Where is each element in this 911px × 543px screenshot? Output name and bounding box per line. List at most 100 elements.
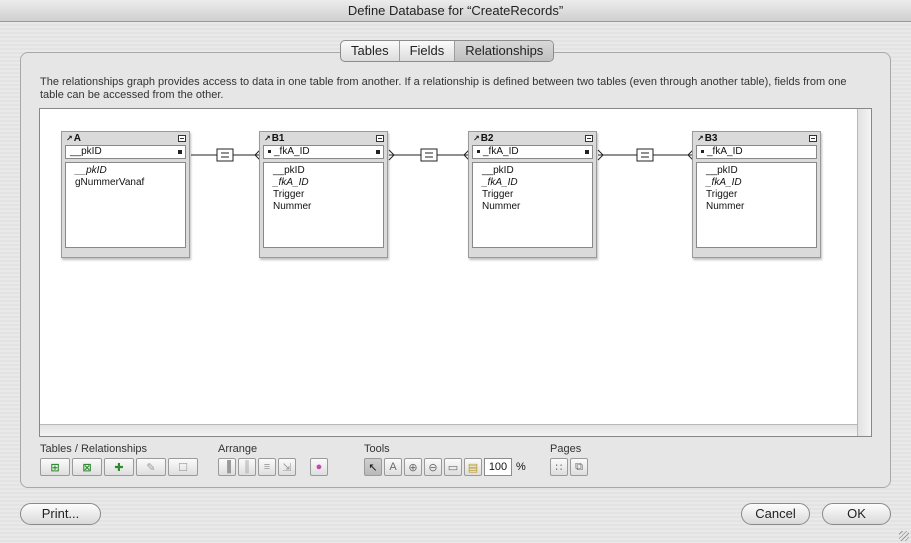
match-field[interactable]: _fkA_ID <box>472 145 593 159</box>
resize-grip-icon[interactable] <box>899 531 909 541</box>
table-header: ↗B1 <box>260 132 387 145</box>
zoom-out-icon: ⊖ <box>428 461 438 474</box>
table-name: B1 <box>271 133 285 144</box>
text-tool-button[interactable]: A <box>384 458 402 476</box>
join-icon <box>216 148 234 162</box>
resize-button[interactable]: ⇲ <box>278 458 296 476</box>
pencil-icon: ✎ <box>146 461 156 474</box>
color-wheel-icon: ● <box>315 461 323 473</box>
field-item: __pkID <box>482 165 514 176</box>
expand-arrow-icon[interactable]: ↗ <box>697 134 704 143</box>
tab-tables[interactable]: Tables <box>341 41 400 61</box>
pointer-tool-button[interactable]: ↖ <box>364 458 382 476</box>
table-occurrence-b2[interactable]: ↗B2 _fkA_ID __pkID _fkA_ID Trigger Numme… <box>468 131 597 258</box>
vertical-scrollbar[interactable] <box>857 109 871 436</box>
relationships-graph[interactable]: ↗A __pkID __pkID gNummerVanaf ↗B1 _fkA_I… <box>39 108 872 437</box>
field-list: __pkID _fkA_ID Trigger Nummer <box>472 162 593 248</box>
zoom-out-button[interactable]: ⊖ <box>424 458 442 476</box>
zoom-unit: % <box>516 461 526 473</box>
connector-dot-icon <box>268 149 271 153</box>
expand-arrow-icon[interactable]: ↗ <box>473 134 480 143</box>
fit-window-icon: ▭ <box>447 461 459 474</box>
field-item: _fkA_ID <box>706 177 742 188</box>
add-relationship-button[interactable]: ⊠ <box>72 458 102 476</box>
note-icon: ▤ <box>467 461 479 474</box>
connector-dot-icon <box>477 149 480 153</box>
field-item: __pkID <box>273 165 305 176</box>
tools-toolbar: ↖ A ⊕ ⊖ ▭ ▤ 100 % <box>364 458 526 476</box>
duplicate-button[interactable]: ✚ <box>104 458 134 476</box>
expand-arrow-icon[interactable]: ↗ <box>66 134 73 143</box>
table-menu-icon[interactable] <box>376 135 384 142</box>
show-page-breaks-button[interactable]: ∷ <box>550 458 568 476</box>
add-relationship-icon: ⊠ <box>82 461 92 474</box>
table-name: A <box>73 133 81 144</box>
distribute-icon: ≡ <box>263 461 271 473</box>
duplicate-icon: ✚ <box>114 461 124 474</box>
horizontal-scrollbar[interactable] <box>40 424 857 436</box>
print-button[interactable]: Print... <box>20 503 101 525</box>
table-menu-icon[interactable] <box>178 135 186 142</box>
field-item: Trigger <box>482 189 514 200</box>
field-item: gNummerVanaf <box>75 177 145 188</box>
tab-relationships[interactable]: Relationships <box>455 41 554 61</box>
match-field[interactable]: _fkA_ID <box>263 145 384 159</box>
color-button[interactable]: ● <box>310 458 328 476</box>
field-item: __pkID <box>75 165 107 176</box>
table-occurrence-b1[interactable]: ↗B1 _fkA_ID __pkID _fkA_ID Trigger Numme… <box>259 131 388 258</box>
field-item: _fkA_ID <box>482 177 518 188</box>
window-title: Define Database for “CreateRecords” <box>0 0 911 22</box>
arrange-label: Arrange <box>218 443 258 455</box>
field-item: Trigger <box>706 189 738 200</box>
expand-arrow-icon[interactable]: ↗ <box>264 134 271 143</box>
edit-button[interactable]: ✎ <box>136 458 166 476</box>
delete-button[interactable]: ☐ <box>168 458 198 476</box>
pointer-icon: ↖ <box>368 461 378 474</box>
table-menu-icon[interactable] <box>809 135 817 142</box>
add-table-icon: ⊞ <box>50 461 60 474</box>
field-list: __pkID gNummerVanaf <box>65 162 186 248</box>
align-center-button[interactable]: ║ <box>238 458 256 476</box>
note-tool-button[interactable]: ▤ <box>464 458 482 476</box>
pages-toolbar: ∷ ⧉ <box>550 458 588 476</box>
distribute-button[interactable]: ≡ <box>258 458 276 476</box>
arrange-toolbar: ▐ ║ ≡ ⇲ ● <box>218 458 328 476</box>
align-left-icon: ▐ <box>223 461 231 473</box>
zoom-percent-field[interactable]: 100 <box>484 458 512 476</box>
table-name: B2 <box>480 133 494 144</box>
field-item: Nummer <box>273 201 312 212</box>
tools-label: Tools <box>364 443 390 455</box>
fit-window-button[interactable]: ▭ <box>444 458 462 476</box>
page-breaks-icon: ∷ <box>555 461 563 474</box>
add-table-button[interactable]: ⊞ <box>40 458 70 476</box>
connector-dot-icon <box>701 149 704 153</box>
tables-relationships-label: Tables / Relationships <box>40 443 148 455</box>
page-setup-icon: ⧉ <box>575 460 583 473</box>
field-item: Nummer <box>706 201 745 212</box>
page-setup-button[interactable]: ⧉ <box>570 458 588 476</box>
field-item: Trigger <box>273 189 305 200</box>
field-list: __pkID _fkA_ID Trigger Nummer <box>696 162 817 248</box>
table-occurrence-b3[interactable]: ↗B3 _fkA_ID __pkID _fkA_ID Trigger Numme… <box>692 131 821 258</box>
connector-dot-icon <box>178 150 182 154</box>
zoom-in-icon: ⊕ <box>408 461 418 474</box>
connector-dot-icon <box>376 150 380 154</box>
relationships-description: The relationships graph provides access … <box>40 76 847 101</box>
cancel-button[interactable]: Cancel <box>741 503 810 525</box>
table-occurrence-a[interactable]: ↗A __pkID __pkID gNummerVanaf <box>61 131 190 258</box>
table-menu-icon[interactable] <box>585 135 593 142</box>
tab-fields[interactable]: Fields <box>400 41 456 61</box>
match-field[interactable]: _fkA_ID <box>696 145 817 159</box>
align-left-button[interactable]: ▐ <box>218 458 236 476</box>
table-header: ↗B3 <box>693 132 820 145</box>
match-field[interactable]: __pkID <box>65 145 186 159</box>
table-header: ↗B2 <box>469 132 596 145</box>
table-header: ↗A <box>62 132 189 145</box>
match-field-label: _fkA_ID <box>274 146 310 157</box>
field-item: __pkID <box>706 165 738 176</box>
table-name: B3 <box>704 133 718 144</box>
tables-relationships-toolbar: ⊞ ⊠ ✚ ✎ ☐ <box>40 458 198 476</box>
zoom-in-button[interactable]: ⊕ <box>404 458 422 476</box>
text-tool-icon: A <box>389 461 397 473</box>
ok-button[interactable]: OK <box>822 503 891 525</box>
